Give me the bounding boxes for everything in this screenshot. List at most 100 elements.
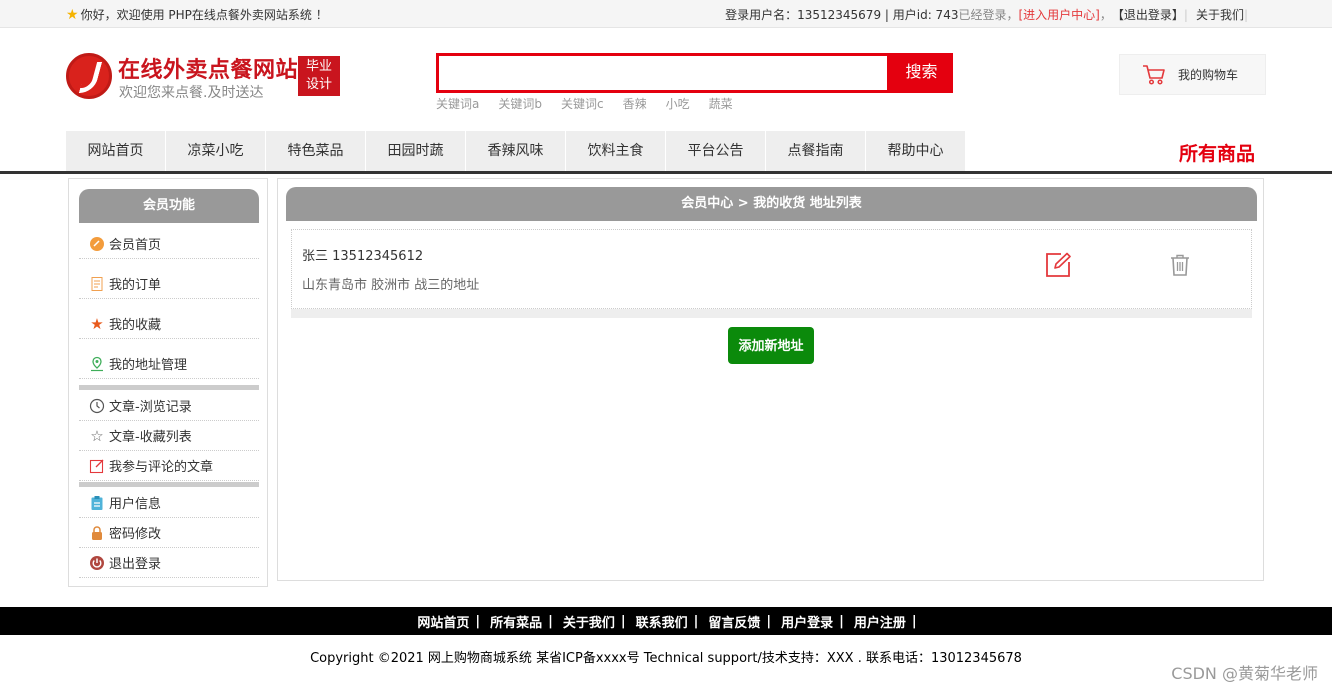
- star-icon: ★: [66, 6, 79, 23]
- add-address-button[interactable]: 添加新地址: [728, 327, 814, 364]
- keyword-link[interactable]: 小吃: [666, 95, 690, 112]
- footer-link-feedback[interactable]: 留言反馈: [708, 612, 760, 631]
- sidebar-item-logout[interactable]: 退出登录: [79, 548, 259, 578]
- logo-icon[interactable]: [66, 53, 112, 99]
- divider: |: [1243, 7, 1248, 22]
- sidebar-item-address-management[interactable]: 我的地址管理: [79, 349, 259, 379]
- divider: |: [1183, 7, 1188, 22]
- welcome-text: 你好，欢迎使用 PHP在线点餐外卖网站系统 ！: [80, 8, 328, 22]
- cart-label: 我的购物车: [1178, 68, 1239, 82]
- logged-in-text: 已经登录，: [958, 8, 1019, 22]
- clock-icon: [89, 398, 105, 414]
- footer-separator: |: [475, 613, 481, 629]
- main-nav: 网站首页 凉菜小吃 特色菜品 田园时蔬 香辣风味 饮料主食 平台公告 点餐指南 …: [66, 131, 966, 171]
- footer-link-all-dishes[interactable]: 所有菜品: [490, 612, 542, 631]
- nav-item-help[interactable]: 帮助中心: [866, 131, 966, 171]
- nav-item-cold-dishes[interactable]: 凉菜小吃: [166, 131, 266, 171]
- search-input[interactable]: [439, 56, 887, 90]
- order-list-icon: [89, 276, 105, 292]
- hot-keywords: 关键词a 关键词b 关键词c 香辣 小吃 蔬菜: [436, 95, 733, 112]
- copyright-text: Copyright ©2021 网上购物商城系统 某省ICP备xxxx号 Tec…: [310, 651, 1022, 666]
- member-home-icon: [89, 236, 105, 252]
- member-sidebar: 会员功能 会员首页 我的订单 ★ 我的收藏 我的地址管理 文章-浏览记录 ☆ 文…: [68, 178, 268, 587]
- sidebar-item-label: 会员首页: [109, 238, 162, 253]
- shopping-cart-button[interactable]: 我的购物车: [1119, 54, 1266, 95]
- nav-item-vegetables[interactable]: 田园时蔬: [366, 131, 466, 171]
- location-pin-icon: [89, 356, 105, 372]
- sidebar-item-label: 用户信息: [109, 497, 162, 512]
- footer-nav: 网站首页 | 所有菜品 | 关于我们 | 联系我们 | 留言反馈 | 用户登录 | 用户注册…: [0, 607, 1332, 635]
- sidebar-item-my-orders[interactable]: 我的订单: [79, 269, 259, 299]
- top-bar: ★ 你好，欢迎使用 PHP在线点餐外卖网站系统 ！ 登录用户名：13512345…: [0, 0, 1332, 28]
- address-name-phone: 张三 13512345612: [302, 249, 424, 264]
- welcome-message: ★ 你好，欢迎使用 PHP在线点餐外卖网站系统 ！: [66, 6, 328, 23]
- sidebar-item-browse-history[interactable]: 文章-浏览记录: [79, 391, 259, 421]
- nav-item-order-guide[interactable]: 点餐指南: [766, 131, 866, 171]
- sidebar-item-label: 我参与评论的文章: [109, 460, 214, 475]
- search-box: [436, 53, 890, 93]
- keyword-link[interactable]: 关键词b: [498, 95, 542, 112]
- cart-icon: [1143, 64, 1165, 85]
- sidebar-item-label: 退出登录: [109, 557, 162, 572]
- footer-link-home[interactable]: 网站首页: [417, 612, 469, 631]
- nav-item-spicy[interactable]: 香辣风味: [466, 131, 566, 171]
- star-outline-icon: ☆: [90, 426, 104, 445]
- sidebar-divider: [79, 385, 259, 390]
- site-subtitle: 欢迎您来点餐.及时送达: [119, 85, 264, 101]
- nav-item-special-dishes[interactable]: 特色菜品: [266, 131, 366, 171]
- address-list: 张三 13512345612 山东青岛市 胶洲市 战三的地址: [291, 229, 1252, 318]
- keyword-link[interactable]: 关键词a: [436, 95, 479, 112]
- sidebar-item-label: 我的收藏: [109, 318, 162, 333]
- footer-separator: |: [911, 613, 917, 629]
- badge-line-1: 毕业: [305, 59, 332, 74]
- comma-text: ，: [1099, 8, 1112, 22]
- all-goods-link[interactable]: 所有商品: [1179, 139, 1255, 166]
- sidebar-item-label: 文章-收藏列表: [109, 430, 192, 445]
- sidebar-item-member-home[interactable]: 会员首页: [79, 229, 259, 259]
- footer-separator: |: [548, 613, 553, 629]
- power-icon: [89, 555, 105, 571]
- keyword-link[interactable]: 蔬菜: [709, 95, 733, 112]
- user-info: 登录用户名：13512345679 | 用户id: 743: [725, 8, 959, 22]
- nav-divider: [0, 171, 1332, 174]
- sidebar-divider: [79, 482, 259, 487]
- footer-separator: |: [620, 613, 626, 629]
- lock-icon: [89, 525, 105, 541]
- delete-address-icon[interactable]: [1170, 254, 1190, 276]
- clipboard-icon: [89, 495, 105, 511]
- keyword-link[interactable]: 香辣: [623, 95, 647, 112]
- logout-link[interactable]: 【退出登录】: [1112, 6, 1184, 23]
- footer-separator: |: [839, 613, 844, 629]
- footer-link-contact[interactable]: 联系我们: [636, 612, 688, 631]
- watermark: CSDN @黄菊华老师: [1171, 664, 1318, 683]
- enter-user-center-link[interactable]: [进入用户中心]: [1018, 6, 1099, 23]
- sidebar-title: 会员功能: [79, 189, 259, 223]
- edit-icon: [89, 458, 105, 474]
- sidebar-item-label: 密码修改: [109, 527, 162, 542]
- sidebar-item-label: 我的地址管理: [109, 358, 188, 373]
- sidebar-item-password-change[interactable]: 密码修改: [79, 518, 259, 548]
- breadcrumb: 会员中心 > 我的收货 地址列表: [286, 187, 1257, 221]
- sidebar-item-label: 我的订单: [109, 278, 162, 293]
- footer-link-about[interactable]: 关于我们: [563, 612, 615, 631]
- user-status: 登录用户名：13512345679 | 用户id: 743 已经登录， [进入用…: [725, 6, 1256, 23]
- address-item: 张三 13512345612 山东青岛市 胶洲市 战三的地址: [291, 229, 1252, 309]
- footer-link-login[interactable]: 用户登录: [781, 612, 833, 631]
- footer-separator: |: [766, 613, 772, 629]
- nav-item-drinks[interactable]: 饮料主食: [566, 131, 666, 171]
- address-list-panel: 会员中心 > 我的收货 地址列表 张三 13512345612 山东青岛市 胶洲…: [277, 178, 1264, 581]
- graduation-badge: 毕业 设计: [298, 56, 340, 96]
- nav-item-announcements[interactable]: 平台公告: [666, 131, 766, 171]
- keyword-link[interactable]: 关键词c: [561, 95, 604, 112]
- footer-link-register[interactable]: 用户注册: [854, 612, 906, 631]
- search-button[interactable]: 搜索: [890, 53, 953, 93]
- sidebar-item-article-favorites[interactable]: ☆ 文章-收藏列表: [79, 421, 259, 451]
- about-us-link[interactable]: 关于我们: [1196, 6, 1244, 23]
- star-icon: ★: [90, 314, 104, 333]
- site-title[interactable]: 在线外卖点餐网站: [118, 52, 298, 84]
- nav-item-home[interactable]: 网站首页: [66, 131, 166, 171]
- edit-address-icon[interactable]: [1045, 252, 1071, 278]
- sidebar-item-user-info[interactable]: 用户信息: [79, 488, 259, 518]
- sidebar-item-commented-articles[interactable]: 我参与评论的文章: [79, 451, 259, 481]
- sidebar-item-my-favorites[interactable]: ★ 我的收藏: [79, 309, 259, 339]
